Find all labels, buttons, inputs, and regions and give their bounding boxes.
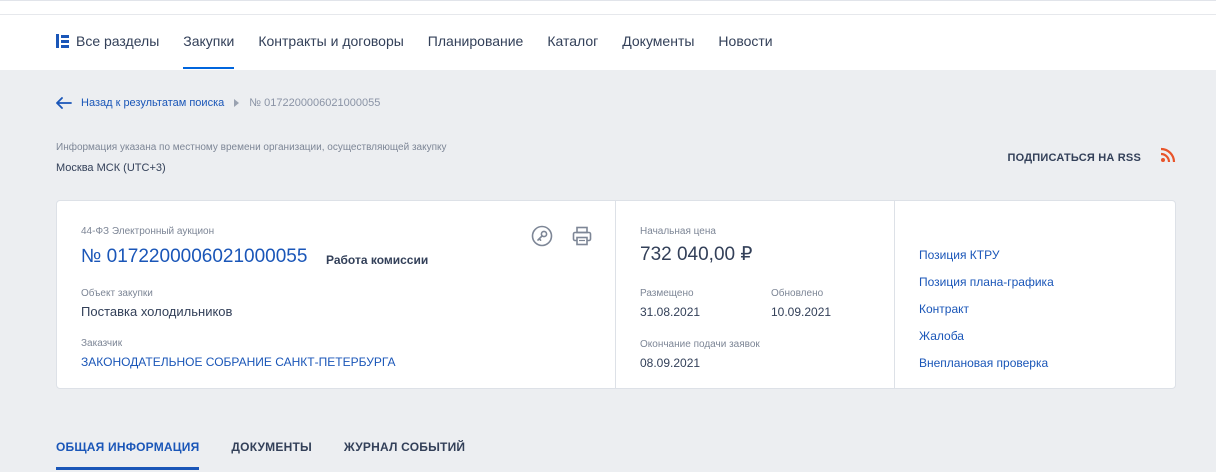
arrow-left-icon[interactable] <box>56 97 72 109</box>
placed-label: Размещено <box>640 288 694 299</box>
top-navigation-bar: Все разделы Закупки Контракты и договоры… <box>0 0 1216 70</box>
nav-catalog[interactable]: Каталог <box>547 34 598 70</box>
purchase-card: 44-ФЗ Электронный аукцион № 017220000602… <box>56 200 1176 389</box>
price-label: Начальная цена <box>640 226 716 237</box>
nav-planning[interactable]: Планирование <box>428 34 524 70</box>
nav-all-sections[interactable]: Все разделы <box>56 34 159 70</box>
nav-item-label: Все разделы <box>76 33 160 49</box>
print-icon[interactable] <box>571 225 593 247</box>
rss-subscribe-button[interactable]: ПОДПИСАТЬСЯ НА RSS <box>1008 146 1176 164</box>
rss-icon <box>1160 147 1176 163</box>
unscheduled-inspection-link[interactable]: Внеплановая проверка <box>919 356 1048 370</box>
procedure-type: 44-ФЗ Электронный аукцион <box>81 226 215 237</box>
price-and-dates: Начальная цена 732 040,00 ₽ Размещено 31… <box>616 201 895 388</box>
nav-item-label: Планирование <box>427 33 524 49</box>
top-divider <box>0 14 1216 15</box>
nav-item-label: Контракты и договоры <box>258 33 404 49</box>
object-label: Объект закупки <box>81 288 153 299</box>
timezone-value: Москва МСК (UTC+3) <box>56 162 166 174</box>
tab-event-log[interactable]: ЖУРНАЛ СОБЫТИЙ <box>344 440 465 470</box>
purchase-number[interactable]: № 0172200006021000055 <box>81 246 307 268</box>
deadline-value: 08.09.2021 <box>640 356 701 370</box>
price-value: 732 040,00 ₽ <box>640 244 753 265</box>
ktru-position-link[interactable]: Позиция КТРУ <box>919 248 999 262</box>
nav-news[interactable]: Новости <box>718 34 772 70</box>
customer-link[interactable]: ЗАКОНОДАТЕЛЬНОЕ СОБРАНИЕ САНКТ-ПЕТЕРБУРГ… <box>81 355 396 369</box>
tab-documents[interactable]: ДОКУМЕНТЫ <box>231 440 312 470</box>
main-nav: Все разделы Закупки Контракты и договоры… <box>56 34 797 70</box>
nav-purchases[interactable]: Закупки <box>183 33 235 70</box>
placed-value: 31.08.2021 <box>640 305 701 319</box>
sections-icon <box>56 34 69 48</box>
nav-item-label: Закупки <box>183 33 235 49</box>
purchase-main-info: 44-ФЗ Электронный аукцион № 017220000602… <box>57 201 616 388</box>
rss-label: ПОДПИСАТЬСЯ НА RSS <box>1007 152 1141 164</box>
back-to-results-link[interactable]: Назад к результатам поиска <box>81 97 224 109</box>
timezone-note: Информация указана по местному времени о… <box>56 142 447 153</box>
nav-item-label: Каталог <box>547 33 599 49</box>
content-tabs: ОБЩАЯ ИНФОРМАЦИЯ ДОКУМЕНТЫ ЖУРНАЛ СОБЫТИ… <box>56 440 497 470</box>
related-links: Позиция КТРУ Позиция плана-графика Контр… <box>895 201 1175 388</box>
updated-label: Обновлено <box>771 288 824 299</box>
customer-label: Заказчик <box>81 338 123 349</box>
purchase-stage: Работа комиссии <box>326 253 429 267</box>
breadcrumb: Назад к результатам поиска № 01722000060… <box>56 97 380 109</box>
object-value: Поставка холодильников <box>81 304 233 319</box>
nav-item-label: Новости <box>718 33 773 49</box>
nav-contracts[interactable]: Контракты и договоры <box>258 34 403 70</box>
deadline-label: Окончание подачи заявок <box>640 339 760 350</box>
tab-general-info[interactable]: ОБЩАЯ ИНФОРМАЦИЯ <box>56 440 200 470</box>
breadcrumb-current: № 0172200006021000055 <box>249 97 381 109</box>
contract-link[interactable]: Контракт <box>919 302 969 316</box>
chevron-right-icon <box>234 99 240 107</box>
nav-item-label: Документы <box>622 33 695 49</box>
nav-documents[interactable]: Документы <box>622 34 694 70</box>
plan-schedule-link[interactable]: Позиция плана-графика <box>919 275 1054 289</box>
key-icon[interactable] <box>531 225 553 247</box>
complaint-link[interactable]: Жалоба <box>919 329 964 343</box>
updated-value: 10.09.2021 <box>771 305 832 319</box>
